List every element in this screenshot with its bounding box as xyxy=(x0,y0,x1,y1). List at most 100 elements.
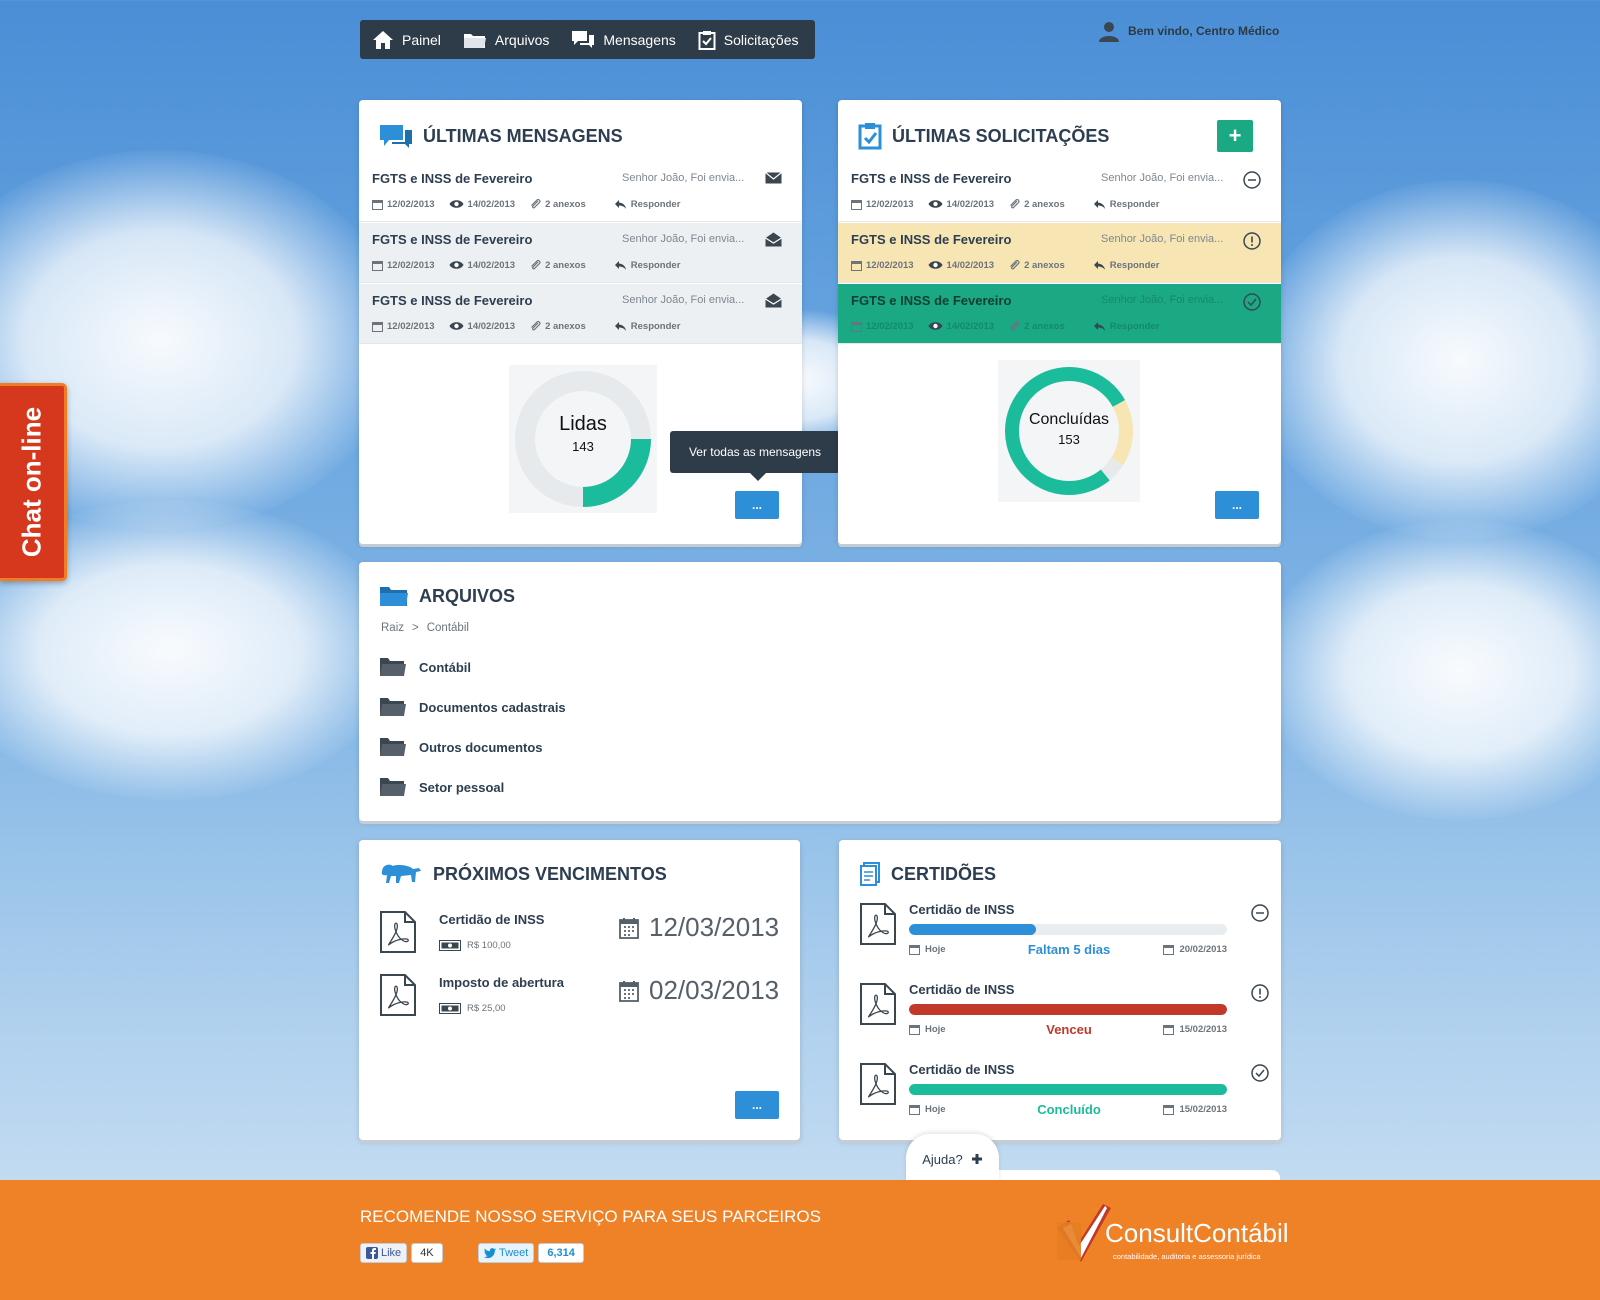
facebook-like-button[interactable]: Like xyxy=(360,1243,408,1263)
certificate-end-text: 20/02/2013 xyxy=(1179,944,1227,955)
tweet-button[interactable]: Tweet xyxy=(478,1243,535,1263)
see-all-messages-button[interactable]: ... xyxy=(735,491,779,519)
certificate-item[interactable]: Certidão de INSS Hoje Concluído 15/02/20… xyxy=(859,1060,1269,1130)
solicitacoes-row[interactable]: FGTS e INSS de Fevereiro Senhor João, Fo… xyxy=(838,223,1281,283)
document-icon xyxy=(860,862,880,886)
logo-tagline: contabilidade, auditoria e assessoria ju… xyxy=(1113,1252,1261,1261)
row-preview: Senhor João, Foi envia... xyxy=(622,172,745,184)
nav-mensagens[interactable]: Mensagens xyxy=(571,30,676,50)
files-title-text: ARQUIVOS xyxy=(419,585,516,606)
reply-link[interactable]: Responder xyxy=(1093,321,1159,332)
folder-item[interactable]: Contábil xyxy=(379,656,471,678)
consultcontabil-logo[interactable]: ConsultContábil contabilidade, auditoria… xyxy=(1055,1200,1289,1280)
row-status xyxy=(765,293,782,313)
reply-link[interactable]: Responder xyxy=(614,260,680,271)
user-welcome[interactable]: Bem vindo, Centro Médico xyxy=(1098,20,1279,42)
reply-link[interactable]: Responder xyxy=(1093,199,1159,210)
minus-circle-icon xyxy=(1251,904,1269,922)
calendar-icon xyxy=(851,260,862,271)
certificate-item[interactable]: Certidão de INSS Hoje Venceu 15/02/2013 xyxy=(859,980,1269,1050)
help-tab[interactable]: Ajuda? xyxy=(906,1134,999,1184)
sent-date: 12/02/2013 xyxy=(851,260,914,271)
reply-icon xyxy=(1093,260,1105,270)
messages-title-text: ÚLTIMAS MENSAGENS xyxy=(423,125,623,146)
reply-text: Responder xyxy=(630,198,681,210)
mensagens-row[interactable]: FGTS e INSS de Fevereiro Senhor João, Fo… xyxy=(359,162,802,222)
paperclip-icon xyxy=(531,198,541,209)
certificates-panel: CERTIDÕES Certidão de INSS Hoje Faltam 5… xyxy=(839,840,1281,1140)
sent-date: 12/02/2013 xyxy=(372,321,435,332)
home-icon xyxy=(373,30,393,49)
due-dates-panel: PRÓXIMOS VENCIMENTOS Certidão de INSS R$… xyxy=(359,840,800,1140)
cloud-decoration xyxy=(1260,520,1600,820)
row-preview: Senhor João, Foi envia... xyxy=(622,233,745,245)
folder-item[interactable]: Setor pessoal xyxy=(379,776,504,798)
nav-arquivos[interactable]: Arquivos xyxy=(463,31,549,49)
row-meta: 12/02/2013 14/02/2013 2 anexos Responder xyxy=(851,259,1167,271)
donut-label: Lidas xyxy=(559,413,607,435)
breadcrumb-root[interactable]: Raiz xyxy=(381,622,404,634)
due-item-price: R$ 100,00 xyxy=(439,940,511,951)
logo-name: ConsultContábil xyxy=(1105,1218,1289,1248)
nav-solicitacoes[interactable]: Solicitações xyxy=(698,30,798,50)
sent-date-text: 12/02/2013 xyxy=(387,320,435,332)
reply-link[interactable]: Responder xyxy=(614,198,681,210)
pdf-file-icon xyxy=(380,911,416,953)
row-status xyxy=(765,171,782,189)
attachments-link[interactable]: 2 anexos xyxy=(1008,259,1065,271)
sent-date-text: 12/02/2013 xyxy=(387,198,435,210)
see-all-due-dates-button[interactable]: ... xyxy=(735,1091,779,1119)
due-item[interactable]: Imposto de abertura R$ 25,00 02/03/2013 xyxy=(379,971,799,1021)
check-circle-icon xyxy=(1251,1064,1269,1082)
certificate-status-icon xyxy=(1251,904,1269,927)
folder-item[interactable]: Documentos cadastrais xyxy=(379,696,566,718)
pdf-file-icon xyxy=(860,903,896,945)
attachments-link[interactable]: 2 anexos xyxy=(1008,320,1065,332)
attachments-link[interactable]: 2 anexos xyxy=(529,259,586,271)
certificate-end-text: 15/02/2013 xyxy=(1179,1104,1227,1115)
read-date-text: 14/02/2013 xyxy=(946,198,995,210)
attachments-link[interactable]: 2 anexos xyxy=(529,320,586,332)
read-date-text: 14/02/2013 xyxy=(467,320,516,332)
folder-label: Contábil xyxy=(419,659,471,675)
eye-icon xyxy=(449,200,464,208)
certificate-progress-bar xyxy=(909,924,1227,935)
certificate-end: 15/02/2013 xyxy=(1163,1024,1227,1035)
eye-icon xyxy=(928,200,943,208)
folder-label: Documentos cadastrais xyxy=(419,699,566,715)
calendar-icon xyxy=(619,980,639,1002)
clipboard-icon xyxy=(698,30,716,50)
add-request-button[interactable]: + xyxy=(1217,120,1253,152)
reply-icon xyxy=(614,321,626,331)
mensagens-row[interactable]: FGTS e INSS de Fevereiro Senhor João, Fo… xyxy=(359,223,802,283)
mensagens-row[interactable]: FGTS e INSS de Fevereiro Senhor João, Fo… xyxy=(359,284,802,344)
sent-date: 12/02/2013 xyxy=(851,321,914,332)
read-date: 14/02/2013 xyxy=(449,199,515,210)
solicitacoes-row[interactable]: FGTS e INSS de Fevereiro Senhor João, Fo… xyxy=(838,162,1281,222)
due-item-price: R$ 25,00 xyxy=(439,1003,506,1014)
folder-item[interactable]: Outros documentos xyxy=(379,736,543,758)
sent-date-text: 12/02/2013 xyxy=(866,320,914,332)
due-item[interactable]: Certidão de INSS R$ 100,00 12/03/2013 xyxy=(379,908,799,958)
attachments-link[interactable]: 2 anexos xyxy=(529,198,586,210)
read-date: 14/02/2013 xyxy=(928,321,994,332)
donut-segment-other xyxy=(1100,457,1124,481)
donut-value: 143 xyxy=(572,439,594,454)
see-all-requests-button[interactable]: ... xyxy=(1215,491,1259,519)
eye-icon xyxy=(449,261,464,269)
donut-label: Concluídas xyxy=(1028,411,1110,428)
certificate-item[interactable]: Certidão de INSS Hoje Faltam 5 dias 20/0… xyxy=(859,900,1269,970)
certificate-end: 20/02/2013 xyxy=(1163,944,1227,955)
chat-online-tab[interactable]: Chat on-line xyxy=(0,383,67,581)
certificate-end-text: 15/02/2013 xyxy=(1179,1024,1227,1035)
nav-painel[interactable]: Painel xyxy=(372,30,441,50)
calendar-icon xyxy=(372,321,383,332)
reply-link[interactable]: Responder xyxy=(1093,260,1159,271)
solicitacoes-row[interactable]: FGTS e INSS de Fevereiro Senhor João, Fo… xyxy=(838,284,1281,344)
reply-link[interactable]: Responder xyxy=(614,321,680,332)
footer: RECOMENDE NOSSO SERVIÇO PARA SEUS PARCEI… xyxy=(0,1180,1600,1300)
attachments-link[interactable]: 2 anexos xyxy=(1008,198,1065,210)
breadcrumb-current[interactable]: Contábil xyxy=(427,622,469,634)
due-item-file xyxy=(379,973,417,1022)
requests-title-text: ÚLTIMAS SOLICITAÇÕES xyxy=(892,125,1110,146)
